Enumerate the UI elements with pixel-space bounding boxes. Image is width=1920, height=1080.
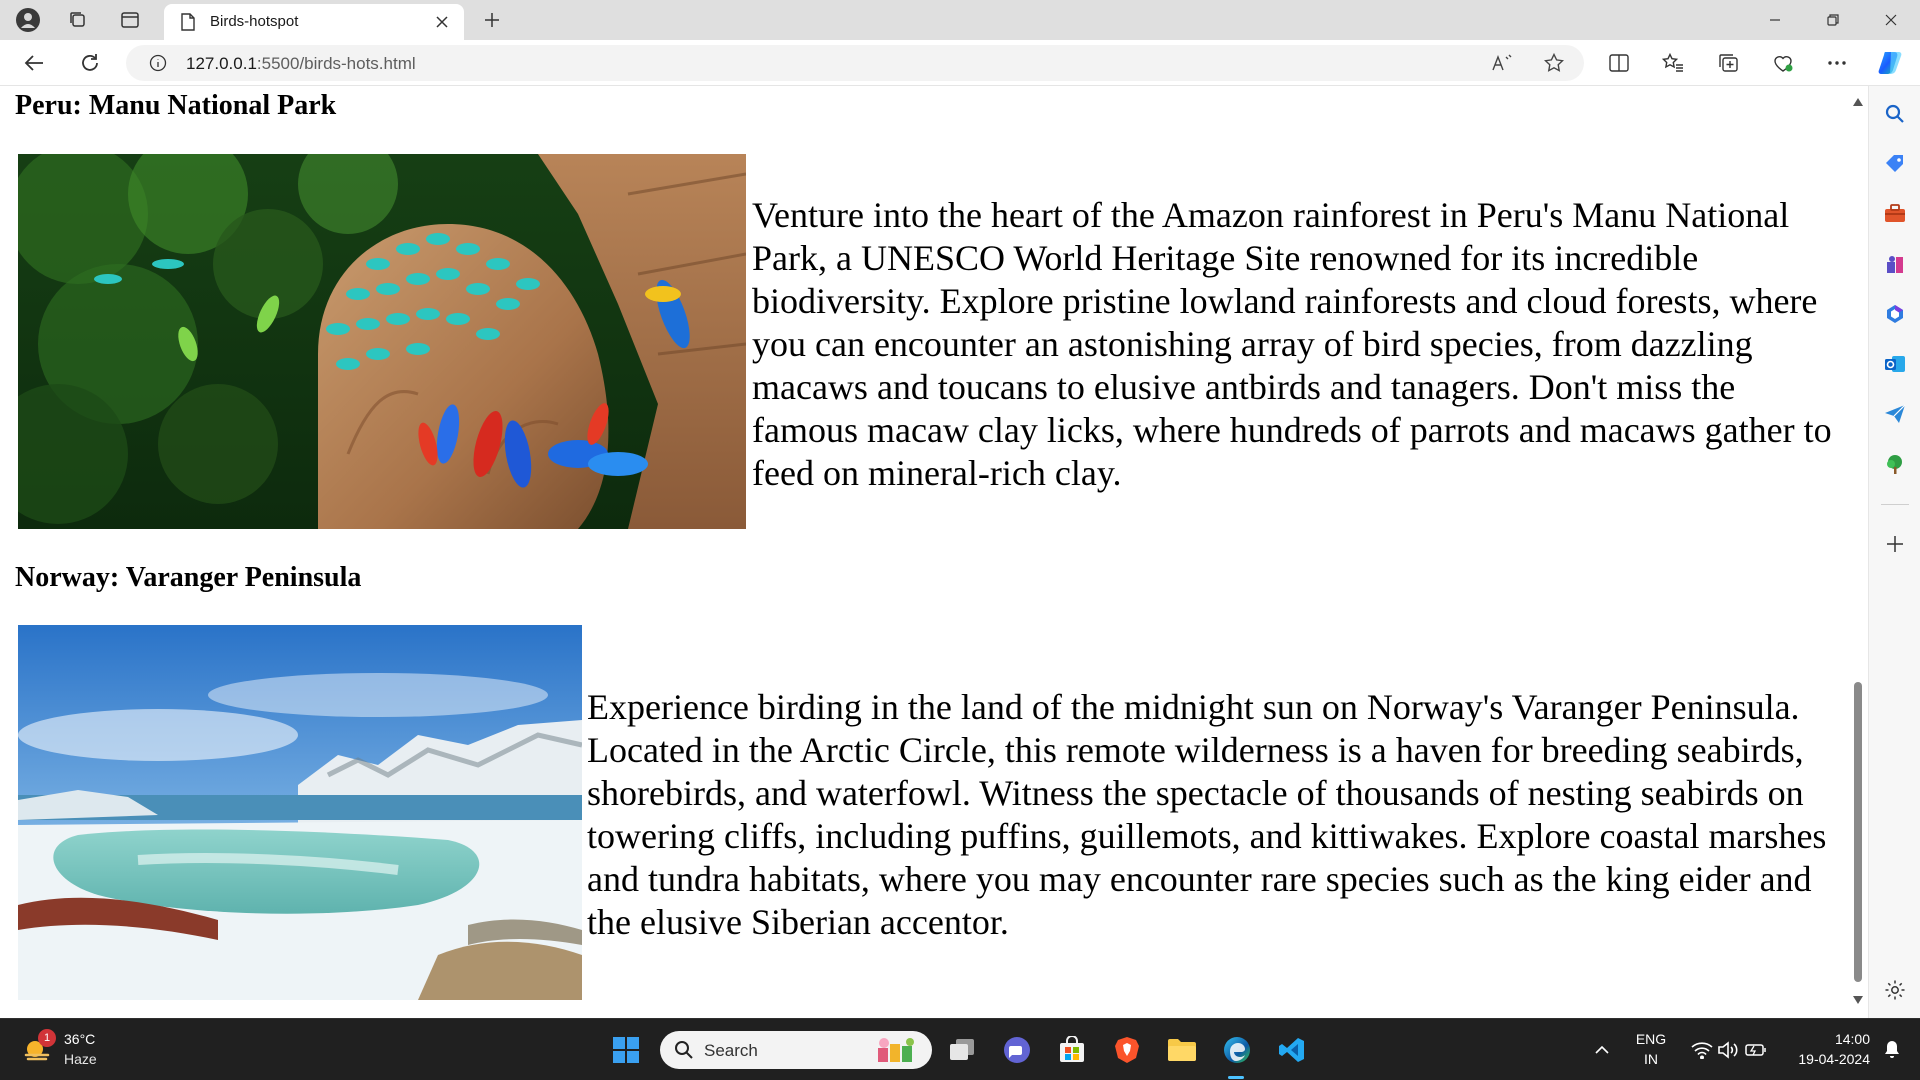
section-text-peru: Venture into the heart of the Amazon rai… bbox=[752, 195, 1832, 493]
clock-time[interactable]: 14:00 bbox=[1780, 1031, 1870, 1047]
edge-browser-icon[interactable] bbox=[1219, 1032, 1255, 1068]
edge-active-indicator bbox=[1228, 1076, 1244, 1079]
search-icon[interactable] bbox=[1879, 98, 1911, 130]
clock-date[interactable]: 19-04-2024 bbox=[1780, 1051, 1870, 1067]
sidebar-separator bbox=[1881, 504, 1909, 505]
section-heading-norway: Norway: Varanger Peninsula bbox=[15, 562, 362, 593]
url-host: 127.0.0.1 bbox=[186, 54, 257, 73]
split-screen-icon[interactable] bbox=[1602, 47, 1636, 79]
url-text[interactable]: 127.0.0.1:5500/birds-hots.html bbox=[186, 54, 416, 74]
vertical-tabs-icon[interactable] bbox=[116, 6, 144, 34]
section-heading-peru: Peru: Manu National Park bbox=[15, 90, 337, 121]
section-text-norway: Experience birding in the land of the mi… bbox=[587, 687, 1827, 942]
teams-chat-icon[interactable] bbox=[999, 1032, 1035, 1068]
back-button[interactable] bbox=[18, 47, 50, 79]
tree-icon[interactable] bbox=[1879, 448, 1911, 480]
search-magnifier-icon bbox=[674, 1040, 694, 1065]
edge-sidebar bbox=[1868, 86, 1920, 1018]
browser-title-bar: Birds-hotspot bbox=[0, 0, 1920, 40]
brave-browser-icon[interactable] bbox=[1109, 1032, 1145, 1068]
collections-icon[interactable] bbox=[1712, 47, 1746, 79]
favorites-icon[interactable] bbox=[1656, 47, 1690, 79]
notifications-bell-icon[interactable] bbox=[1874, 1032, 1910, 1068]
file-explorer-icon[interactable] bbox=[1164, 1032, 1200, 1068]
taskbar-search-box[interactable]: Search bbox=[660, 1031, 932, 1069]
page-scrollbar[interactable] bbox=[1848, 86, 1868, 1018]
windows-taskbar: 1 36°C Haze Search ENG IN 14:00 19-04-20… bbox=[0, 1018, 1920, 1080]
close-window-button[interactable] bbox=[1864, 0, 1918, 40]
tab-birds-hotspot[interactable]: Birds-hotspot bbox=[164, 4, 464, 40]
minimize-button[interactable] bbox=[1748, 0, 1802, 40]
browser-essentials-icon[interactable] bbox=[1766, 47, 1800, 79]
new-tab-button[interactable] bbox=[478, 6, 506, 34]
add-sidebar-app-icon[interactable] bbox=[1879, 528, 1911, 560]
battery-icon[interactable] bbox=[1738, 1032, 1774, 1068]
games-icon[interactable] bbox=[1879, 248, 1911, 280]
page-content: Peru: Manu National Park Venture into th… bbox=[0, 86, 1848, 1018]
page-icon bbox=[180, 13, 196, 36]
scroll-up-icon[interactable] bbox=[1852, 96, 1864, 108]
send-icon[interactable] bbox=[1879, 398, 1911, 430]
language-code[interactable]: ENG bbox=[1634, 1031, 1668, 1047]
outlook-icon[interactable] bbox=[1879, 348, 1911, 380]
windows-start-icon[interactable] bbox=[608, 1032, 644, 1068]
close-tab-icon[interactable] bbox=[430, 10, 454, 34]
shopping-tag-icon[interactable] bbox=[1879, 148, 1911, 180]
weather-notification-badge: 1 bbox=[38, 1029, 56, 1047]
sidebar-settings-gear-icon[interactable] bbox=[1879, 974, 1911, 1006]
microsoft-store-icon[interactable] bbox=[1054, 1032, 1090, 1068]
address-bar[interactable]: 127.0.0.1:5500/birds-hots.html bbox=[126, 45, 1584, 81]
restore-button[interactable] bbox=[1806, 0, 1860, 40]
favorite-star-icon[interactable] bbox=[1540, 49, 1568, 77]
peru-macaws-image bbox=[18, 154, 746, 529]
task-view-icon[interactable] bbox=[944, 1032, 980, 1068]
more-options-icon[interactable] bbox=[1820, 47, 1854, 79]
weather-description[interactable]: Haze bbox=[64, 1051, 97, 1067]
profile-avatar[interactable] bbox=[14, 6, 42, 34]
norway-arctic-image bbox=[18, 625, 582, 1000]
scroll-thumb[interactable] bbox=[1854, 682, 1862, 982]
tab-title: Birds-hotspot bbox=[210, 13, 299, 30]
workspaces-icon[interactable] bbox=[64, 6, 92, 34]
show-hidden-icons-chevron-icon[interactable] bbox=[1584, 1032, 1620, 1068]
search-label: Search bbox=[704, 1041, 758, 1060]
microsoft-365-icon[interactable] bbox=[1879, 298, 1911, 330]
scroll-down-icon[interactable] bbox=[1852, 994, 1864, 1006]
search-highlight-icon bbox=[874, 1036, 922, 1069]
weather-temperature[interactable]: 36°C bbox=[64, 1031, 95, 1047]
vscode-icon[interactable] bbox=[1274, 1032, 1310, 1068]
refresh-button[interactable] bbox=[74, 47, 106, 79]
url-path: :5500/birds-hots.html bbox=[256, 54, 416, 73]
tools-briefcase-icon[interactable] bbox=[1879, 198, 1911, 230]
read-aloud-icon[interactable] bbox=[1488, 49, 1516, 77]
navigation-bar: 127.0.0.1:5500/birds-hots.html bbox=[0, 40, 1920, 86]
language-region[interactable]: IN bbox=[1634, 1051, 1668, 1067]
site-info-icon[interactable] bbox=[144, 49, 172, 77]
copilot-icon[interactable] bbox=[1874, 47, 1908, 79]
